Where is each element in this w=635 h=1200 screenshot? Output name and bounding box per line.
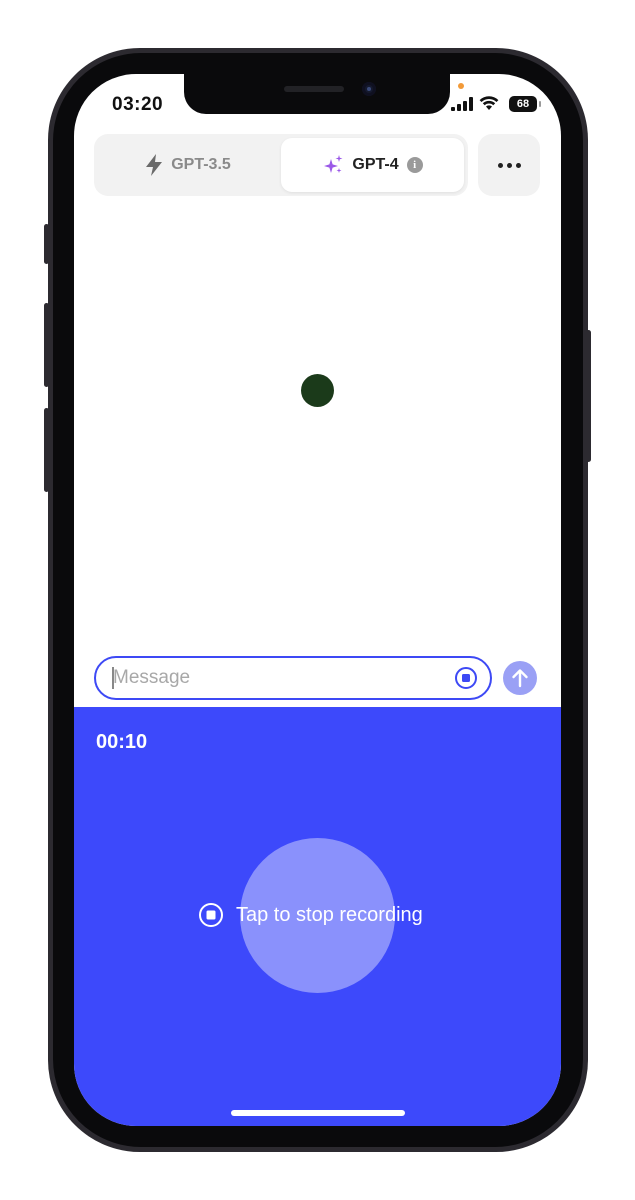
recording-panel[interactable]: 00:10 Tap to stop recording — [74, 707, 561, 1126]
send-button[interactable] — [503, 661, 537, 695]
model-option-gpt-4[interactable]: GPT-4 i — [281, 138, 464, 192]
arrow-up-icon — [512, 669, 528, 688]
volume-down-button — [44, 408, 49, 492]
power-button — [586, 330, 591, 462]
stop-recording-button[interactable]: Tap to stop recording — [198, 902, 423, 928]
earpiece-speaker — [284, 86, 344, 92]
bolt-icon — [146, 154, 163, 176]
model-switcher: GPT-3.5 GPT-4 i — [94, 134, 468, 196]
message-input[interactable] — [113, 662, 443, 694]
stop-circle-icon[interactable] — [454, 666, 478, 690]
battery-indicator: 68 — [509, 96, 541, 112]
stop-circle-icon — [199, 903, 223, 927]
model-option-gpt-3-5[interactable]: GPT-3.5 — [98, 138, 278, 192]
volume-up-button — [44, 303, 49, 387]
model-option-label: GPT-3.5 — [171, 156, 231, 173]
front-camera — [362, 82, 376, 96]
home-indicator[interactable] — [231, 1110, 405, 1116]
voice-activity-dot — [301, 374, 334, 407]
recording-timer: 00:10 — [96, 731, 148, 753]
more-options-button[interactable] — [478, 134, 540, 196]
stop-recording-label: Tap to stop recording — [236, 903, 423, 926]
ellipsis-icon — [497, 162, 521, 168]
model-option-label: GPT-4 — [352, 156, 399, 173]
mic-in-use-indicator — [458, 83, 464, 89]
action-button — [44, 224, 49, 264]
info-icon[interactable]: i — [406, 157, 423, 173]
message-composer[interactable] — [94, 656, 492, 700]
cellular-signal-icon — [451, 97, 473, 111]
app-screen: 03:20 68 GPT-3.5 GPT-4 i Message 00:10 T… — [74, 74, 561, 1126]
sparkles-icon — [324, 155, 343, 173]
status-time: 03:20 — [112, 94, 164, 115]
notch — [184, 74, 450, 114]
wifi-icon — [479, 96, 499, 110]
